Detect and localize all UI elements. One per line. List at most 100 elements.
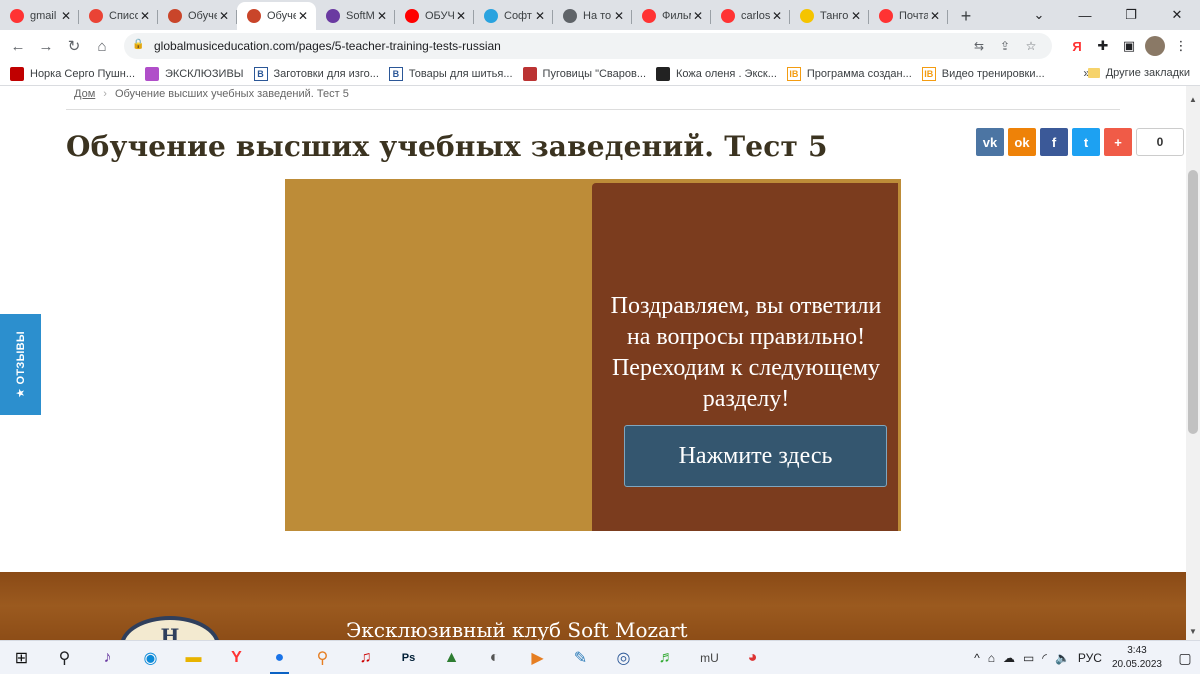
browser-tab[interactable]: Почта ✕	[869, 2, 948, 30]
tab-search-icon[interactable]: ⌄	[1016, 0, 1062, 30]
home-button[interactable]: ⌂	[88, 32, 116, 60]
close-tab-icon[interactable]: ✕	[296, 9, 310, 23]
music-editor-icon[interactable]: ♬	[645, 641, 688, 675]
minimize-button[interactable]: —	[1062, 0, 1108, 30]
bookmark-favicon-icon	[145, 66, 160, 81]
browser-tab[interactable]: Обучение✕	[158, 2, 237, 30]
bookmark-item[interactable]: B Товары для шитья...	[388, 66, 513, 81]
notes-app-icon[interactable]: ✎	[559, 641, 602, 675]
bookmark-item[interactable]: ЭКСКЛЮЗИВЫ	[145, 66, 244, 81]
lock-icon[interactable]: 🔒	[132, 39, 146, 53]
browser-tab[interactable]: SoftMozart✕	[316, 2, 395, 30]
scroll-down-arrow[interactable]: ▼	[1186, 624, 1200, 638]
bookmark-star-icon[interactable]: ☆	[1018, 39, 1044, 53]
video-app-icon[interactable]: ▶	[516, 641, 559, 675]
softmozart-app-icon[interactable]: ♪	[86, 641, 129, 675]
breadcrumb-separator: ›	[103, 88, 107, 100]
bookmark-item[interactable]: Кожа оленя . Экск...	[656, 66, 777, 81]
menu-icon[interactable]: ⋮	[1168, 33, 1194, 59]
close-tab-icon[interactable]: ✕	[375, 9, 389, 23]
scrollbar-thumb[interactable]	[1188, 170, 1198, 434]
vk-share-button[interactable]: vk	[976, 128, 1004, 156]
bookmark-item[interactable]: IB Видео тренировки...	[921, 66, 1045, 81]
browser-tab[interactable]: Танго ✕	[790, 2, 869, 30]
close-tab-icon[interactable]: ✕	[533, 9, 547, 23]
social-share-bar: vk ok f t +0	[976, 128, 1184, 156]
extensions-puzzle-icon[interactable]: ✚	[1090, 33, 1116, 59]
bookmark-item[interactable]: B Заготовки для изго...	[253, 66, 379, 81]
clock[interactable]: 3:43 20.05.2023	[1112, 644, 1162, 672]
profile-avatar[interactable]	[1142, 33, 1168, 59]
new-tab-button[interactable]: +	[952, 2, 980, 30]
photoshop-icon[interactable]: Ps	[387, 641, 430, 675]
close-window-button[interactable]: ✕	[1154, 0, 1200, 30]
search-icon[interactable]: ⚲	[43, 641, 86, 675]
share-icon[interactable]: ⇪	[992, 39, 1018, 53]
reload-button[interactable]: ↻	[60, 32, 88, 60]
next-section-button[interactable]: Нажмите здесь	[624, 425, 887, 487]
close-tab-icon[interactable]: ✕	[928, 9, 942, 23]
show-hidden-icons[interactable]: ^	[974, 651, 980, 665]
color-wheel-icon[interactable]: ◕	[731, 641, 774, 675]
bookmark-item[interactable]: Пуговицы "Сваров...	[522, 66, 646, 81]
browser-tab[interactable]: Список✕	[79, 2, 158, 30]
system-tray: ^ ⌂ ☁ ▭ ◜ 🔈 РУС 3:43 20.05.2023 ▢	[970, 641, 1200, 675]
volume-icon[interactable]: 🔈	[1055, 651, 1070, 665]
browser-tab[interactable]: Фильм✕	[632, 2, 711, 30]
footer-club-title: Эксклюзивный клуб Soft Mozart	[346, 618, 688, 640]
breadcrumb-home-link[interactable]: Дом	[74, 88, 95, 100]
browser-tab[interactable]: ОБУЧЕНИЕ✕	[395, 2, 474, 30]
close-tab-icon[interactable]: ✕	[454, 9, 468, 23]
media-app-icon[interactable]: ◐	[473, 641, 516, 675]
yandex-extension-icon[interactable]: Я	[1064, 33, 1090, 59]
network-icon[interactable]: ◜	[1042, 651, 1047, 665]
folder-icon	[1087, 68, 1100, 78]
odnoklassniki-share-button[interactable]: ok	[1008, 128, 1036, 156]
restore-button[interactable]: ❐	[1108, 0, 1154, 30]
close-tab-icon[interactable]: ✕	[849, 9, 863, 23]
chrome-icon[interactable]: ●	[258, 641, 301, 675]
close-tab-icon[interactable]: ✕	[770, 9, 784, 23]
url-text[interactable]: globalmusiceducation.com/pages/5-teacher…	[154, 39, 966, 53]
scroll-up-arrow[interactable]: ▲	[1186, 92, 1200, 106]
installer-icon[interactable]: ▲	[430, 641, 473, 675]
mu-app-icon[interactable]: mU	[688, 641, 731, 675]
browser-tab-title: gmail	[30, 10, 57, 22]
other-bookmarks-folder[interactable]: Другие закладки	[1087, 67, 1190, 79]
close-tab-icon[interactable]: ✕	[691, 9, 705, 23]
page-scrollbar[interactable]: ▲ ▼	[1186, 86, 1200, 640]
language-indicator[interactable]: РУС	[1078, 651, 1102, 665]
close-tab-icon[interactable]: ✕	[217, 9, 231, 23]
battery-icon[interactable]: ▭	[1023, 651, 1034, 665]
address-bar[interactable]: 🔒 globalmusiceducation.com/pages/5-teach…	[124, 33, 1052, 59]
facebook-share-button[interactable]: f	[1040, 128, 1068, 156]
edge-icon[interactable]: ◉	[129, 641, 172, 675]
forward-button[interactable]: →	[32, 32, 60, 60]
yandex-browser-icon[interactable]: Y	[215, 641, 258, 675]
music-app-icon[interactable]: ♫	[344, 641, 387, 675]
reviews-side-tab[interactable]: ★ ОТЗЫВЫ	[0, 314, 41, 415]
close-tab-icon[interactable]: ✕	[612, 9, 626, 23]
twitter-share-button[interactable]: t	[1072, 128, 1100, 156]
browser-tab[interactable]: На то ✕	[553, 2, 632, 30]
file-explorer-icon[interactable]: ▬	[172, 641, 215, 675]
tray-app-icon[interactable]: ⌂	[988, 651, 995, 665]
side-panel-icon[interactable]: ▣	[1116, 33, 1142, 59]
back-button[interactable]: ←	[4, 32, 32, 60]
browser-tab-title: SoftMozart	[346, 10, 375, 22]
bookmark-item[interactable]: Норка Серго Пушн...	[10, 66, 135, 81]
bookmark-item[interactable]: IB Программа создан...	[786, 66, 912, 81]
browser-tab[interactable]: Софт ✕	[474, 2, 553, 30]
notifications-icon[interactable]: ▢	[1170, 650, 1200, 667]
more-share-button[interactable]: +	[1104, 128, 1132, 156]
windows-start-icon[interactable]: ⊞	[0, 641, 43, 675]
translate-icon[interactable]: ⇆	[966, 39, 992, 53]
browser-tab[interactable]: carlos ✕	[711, 2, 790, 30]
browser-tab[interactable]: Обучение✕	[237, 2, 316, 30]
cloud-icon[interactable]: ☁	[1003, 651, 1015, 665]
browser-tab[interactable]: gmail ✕	[0, 2, 79, 30]
search-app-icon[interactable]: ⚲	[301, 641, 344, 675]
globe-app-icon[interactable]: ◎	[602, 641, 645, 675]
close-tab-icon[interactable]: ✕	[138, 9, 152, 23]
close-tab-icon[interactable]: ✕	[59, 9, 73, 23]
